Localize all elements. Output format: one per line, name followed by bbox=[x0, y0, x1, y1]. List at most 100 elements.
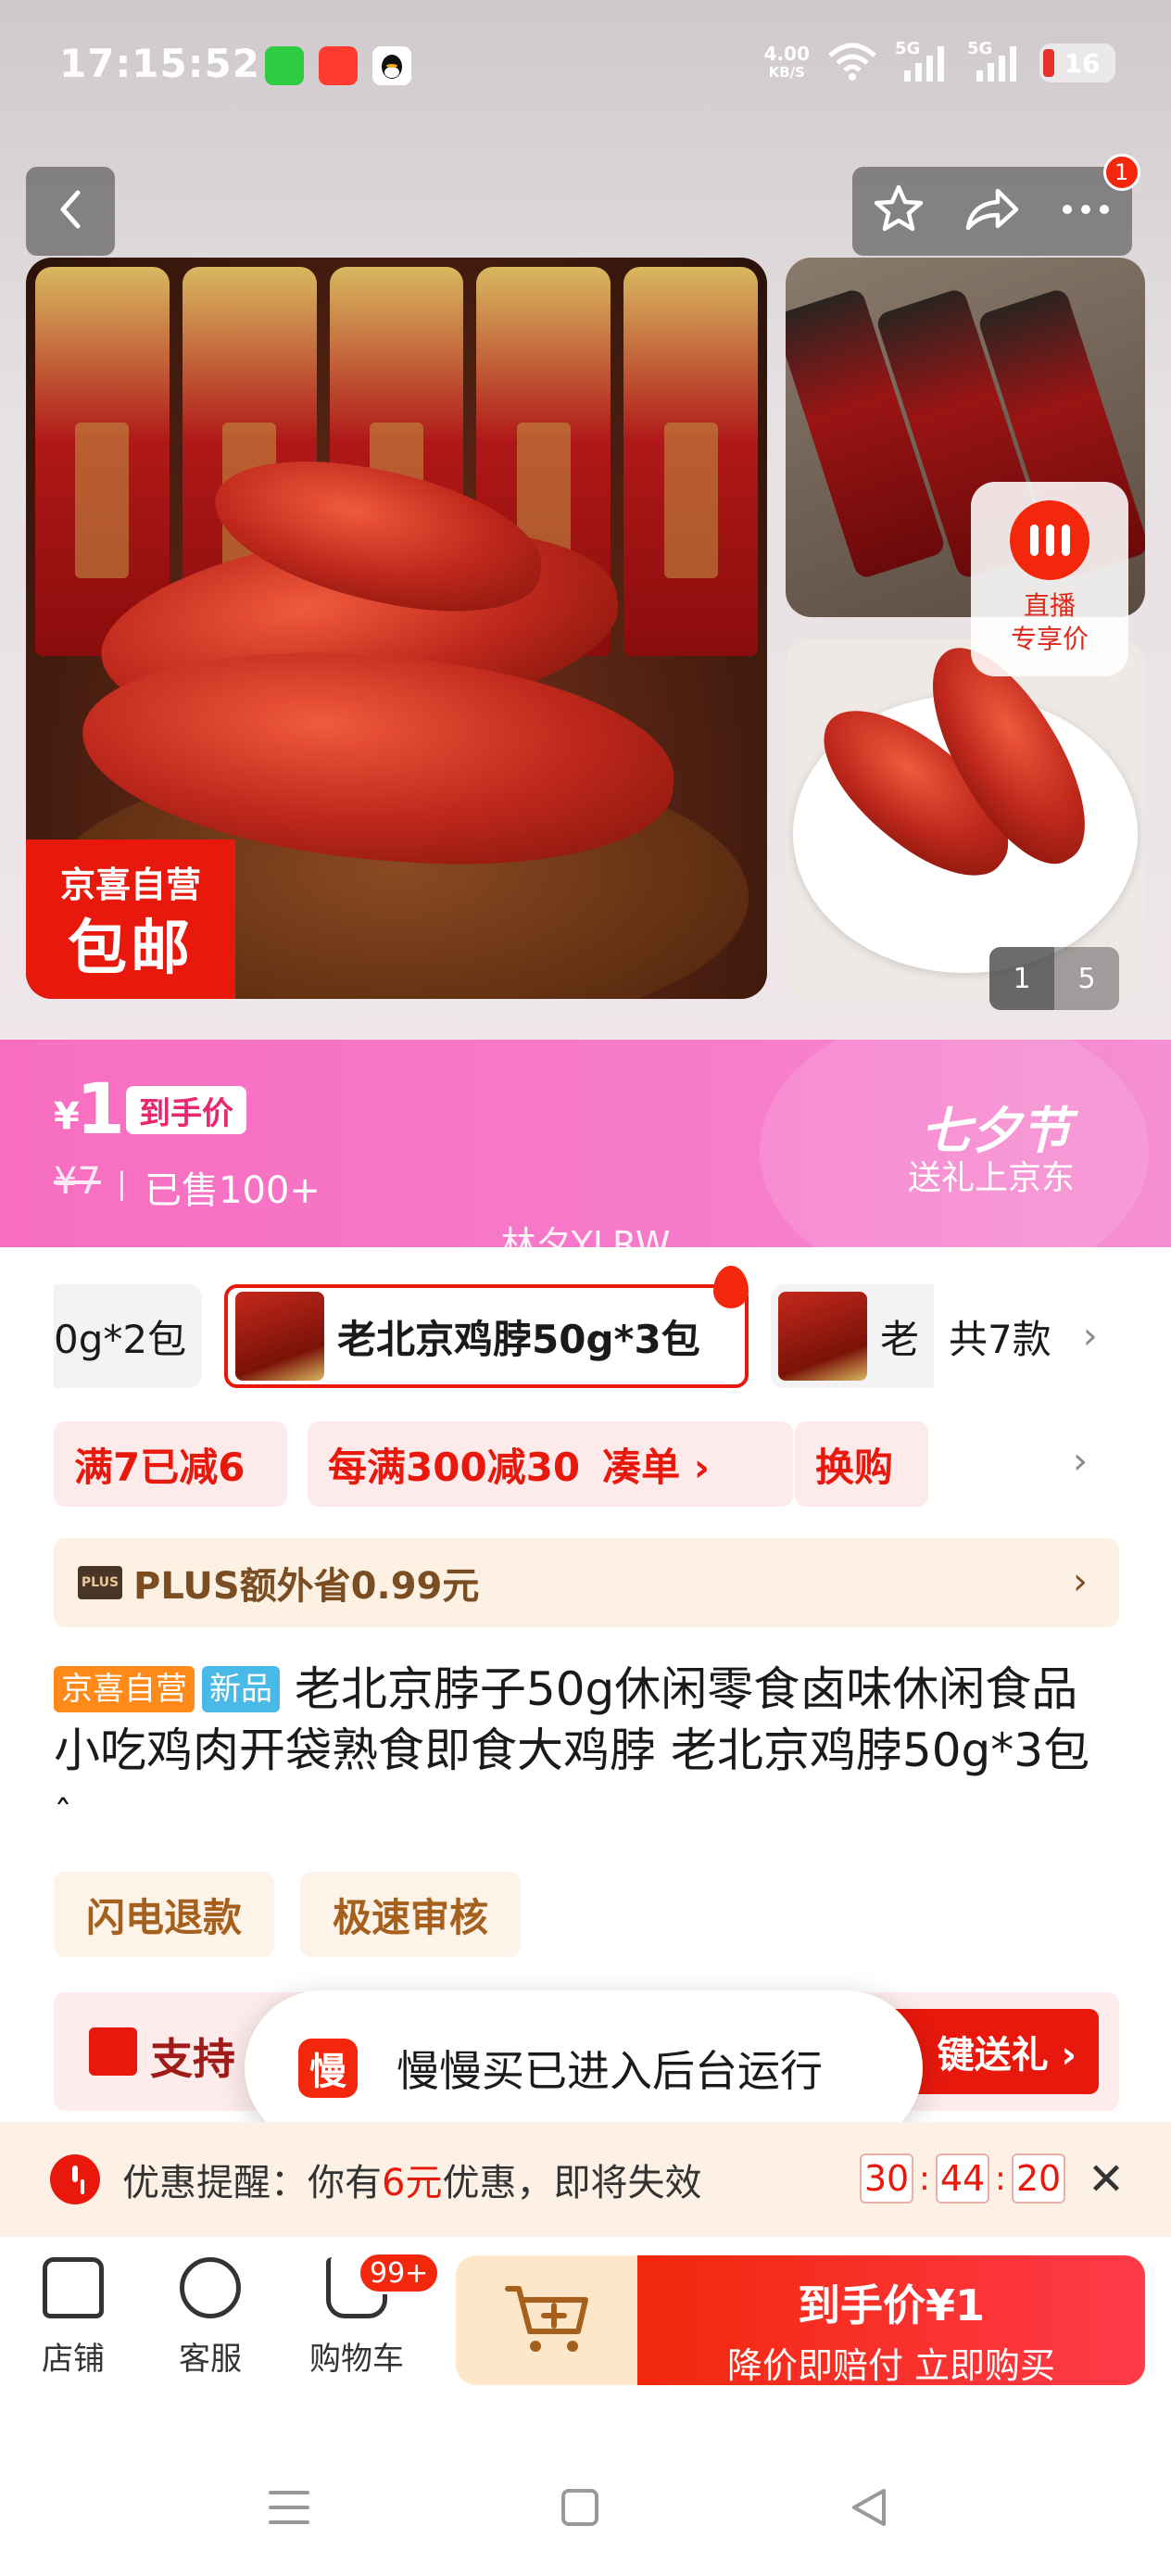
promo-add-on-link[interactable]: 凑单 › bbox=[602, 1436, 710, 1493]
clock-icon bbox=[50, 2154, 100, 2204]
variant-count-button[interactable]: 共7款 › bbox=[934, 1284, 1128, 1388]
more-button[interactable]: 1 bbox=[1044, 154, 1140, 256]
countdown-timer: 30 : 44 : 20 bbox=[860, 2153, 1065, 2203]
signal-5g-icon-2: 5G bbox=[967, 39, 1023, 83]
net-speed: 4.00 KB/S bbox=[764, 44, 810, 82]
new-product-tag: 新品 bbox=[202, 1666, 280, 1712]
wechat-app-icon bbox=[265, 46, 304, 85]
sold-count: 已售100+ bbox=[145, 1169, 321, 1212]
more-dots-icon bbox=[1058, 200, 1114, 222]
plus-logo: PLUS bbox=[78, 1566, 122, 1599]
cart-label: 购物车 bbox=[309, 2341, 404, 2378]
variant-label: 老 bbox=[880, 1316, 920, 1362]
shop-button[interactable]: 店铺 bbox=[13, 2257, 133, 2379]
variant-option[interactable]: 0g*2包 bbox=[54, 1284, 202, 1388]
price-separator: | bbox=[117, 1166, 127, 1201]
service-icon bbox=[180, 2257, 241, 2318]
page-current: 1 bbox=[989, 947, 1054, 1010]
gift-icon bbox=[89, 2027, 137, 2076]
countdown-seconds: 20 bbox=[1012, 2153, 1065, 2203]
buy-now-subtitle: 降价即赔付 立即购买 bbox=[726, 2345, 1056, 2386]
live-icon bbox=[1010, 500, 1089, 580]
add-to-cart-button[interactable] bbox=[456, 2255, 641, 2385]
share-icon bbox=[963, 183, 1022, 239]
wifi-icon bbox=[826, 41, 878, 85]
festival-subtitle: 送礼上京东 bbox=[907, 1159, 1075, 1197]
countdown-hours: 30 bbox=[860, 2153, 913, 2203]
gift-support-text: 支持 bbox=[150, 2034, 235, 2084]
jingxi-badge: 京喜自营 包邮 bbox=[26, 840, 235, 999]
buy-now-button[interactable]: 到手价¥1 降价即赔付 立即购买 bbox=[637, 2255, 1145, 2386]
promotion-row: 满7已减6 每满300减30 凑单 › 换购 › bbox=[54, 1421, 1128, 1507]
status-indicators: 4.00 KB/S 5G 5G 16 bbox=[764, 39, 1115, 85]
coupon-reminder-bar: 优惠提醒：你有6元优惠，即将失效 30 : 44 : 20 ✕ bbox=[0, 2122, 1171, 2237]
product-thumbnail-2[interactable] bbox=[786, 639, 1145, 999]
jingxi-badge-line2: 包邮 bbox=[68, 915, 194, 983]
countdown-colon: : bbox=[994, 2159, 1007, 2198]
variant-count-label: 共7款 bbox=[949, 1316, 1051, 1362]
promo-full-reduction[interactable]: 每满300减30 凑单 › bbox=[308, 1421, 793, 1507]
toast-message: 慢慢买已进入后台运行 bbox=[397, 2046, 823, 2096]
service-label: 客服 bbox=[179, 2341, 242, 2378]
jingxi-badge-line1: 京喜自营 bbox=[59, 865, 201, 905]
back-nav-button[interactable] bbox=[841, 2481, 897, 2537]
product-title-block: 京喜自营 新品 老北京脖子50g休闲零食卤味休闲食品小吃鸡肉开袋熟食即食大鸡脖 老… bbox=[54, 1659, 1119, 1846]
signal-5g-label: 5G bbox=[895, 39, 921, 58]
home-square-icon bbox=[560, 2487, 600, 2532]
watermark: 林夕YLRW bbox=[500, 1224, 671, 1265]
back-button[interactable] bbox=[26, 167, 115, 256]
favorite-button[interactable] bbox=[857, 167, 940, 256]
shop-icon bbox=[43, 2257, 104, 2318]
cart-button[interactable]: 购物车 99+ bbox=[296, 2252, 441, 2379]
page-total: 5 bbox=[1077, 962, 1096, 995]
self-operated-tag: 京喜自营 bbox=[54, 1666, 195, 1712]
promo-exchange[interactable]: 换购 bbox=[795, 1421, 928, 1507]
live-price-button[interactable]: 直播 专享价 bbox=[971, 482, 1128, 676]
chevron-right-icon: › bbox=[1073, 1560, 1088, 1603]
home-nav-button[interactable] bbox=[552, 2481, 608, 2537]
chevron-right-icon[interactable]: › bbox=[1073, 1440, 1088, 1483]
status-bar: 17:15:52 4.00 KB/S 5G 5G 16 bbox=[0, 0, 1171, 139]
reminder-amount: 6元 bbox=[382, 2162, 443, 2204]
variant-label: 0g*2包 bbox=[54, 1316, 187, 1362]
customer-service-button[interactable]: 客服 bbox=[150, 2257, 271, 2379]
original-price: ¥7 bbox=[54, 1160, 101, 1203]
countdown-minutes: 44 bbox=[936, 2153, 989, 2203]
battery-indicator: 16 bbox=[1039, 44, 1115, 82]
system-navigation-bar bbox=[0, 2428, 1171, 2576]
chevron-right-icon: › bbox=[1082, 1315, 1098, 1357]
promo-full-reduction-label: 每满300减30 bbox=[328, 1444, 581, 1490]
plus-savings-row[interactable]: PLUS PLUS额外省0.99元 › bbox=[54, 1538, 1119, 1627]
share-button[interactable] bbox=[951, 167, 1034, 256]
variant-option[interactable]: 老 bbox=[771, 1284, 956, 1388]
reminder-prefix: 优惠提醒：你有 bbox=[122, 2162, 382, 2204]
plus-savings-text: PLUS额外省0.99元 bbox=[133, 1565, 480, 1608]
price-type-tag: 到手价 bbox=[126, 1086, 246, 1134]
menu-icon bbox=[267, 2487, 311, 2532]
menu-nav-button[interactable] bbox=[261, 2481, 317, 2537]
battery-percent: 16 bbox=[1064, 47, 1101, 79]
status-time: 17:15:52 bbox=[59, 41, 260, 86]
variant-thumbnail bbox=[778, 1292, 867, 1381]
variant-selector: 0g*2包 老北京鸡脖50g*3包 老 共7款 › bbox=[54, 1266, 1128, 1388]
reminder-suffix: 优惠，即将失效 bbox=[442, 2162, 702, 2204]
promo-discount[interactable]: 满7已减6 bbox=[54, 1421, 287, 1507]
variant-thumbnail bbox=[235, 1292, 324, 1381]
add-cart-icon bbox=[504, 2279, 593, 2361]
header-actions: 1 bbox=[852, 154, 1140, 256]
variant-option-selected[interactable]: 老北京鸡脖50g*3包 bbox=[224, 1284, 749, 1388]
manmanmai-app-icon: 慢 bbox=[298, 2039, 358, 2098]
back-triangle-icon bbox=[847, 2485, 891, 2533]
variant-label: 老北京鸡脖50g*3包 bbox=[337, 1316, 700, 1362]
service-tag-refund: 闪电退款 bbox=[54, 1872, 274, 1957]
bottom-action-bar: 店铺 客服 购物车 99+ 到手价¥1 降价即赔付 立即购买 bbox=[0, 2237, 1171, 2413]
reminder-text: 优惠提醒：你有6元优惠，即将失效 bbox=[122, 2153, 701, 2206]
taobao-app-icon bbox=[319, 46, 358, 85]
close-icon[interactable]: ✕ bbox=[1084, 2157, 1128, 2202]
signal-5g-icon: 5G bbox=[895, 39, 951, 83]
service-tag-review: 极速审核 bbox=[300, 1872, 521, 1957]
buy-now-price: 到手价¥1 bbox=[797, 2280, 985, 2330]
shop-label: 店铺 bbox=[42, 2341, 105, 2378]
qq-app-icon bbox=[372, 46, 411, 85]
collapse-title-icon[interactable]: ˆ bbox=[54, 1794, 72, 1837]
